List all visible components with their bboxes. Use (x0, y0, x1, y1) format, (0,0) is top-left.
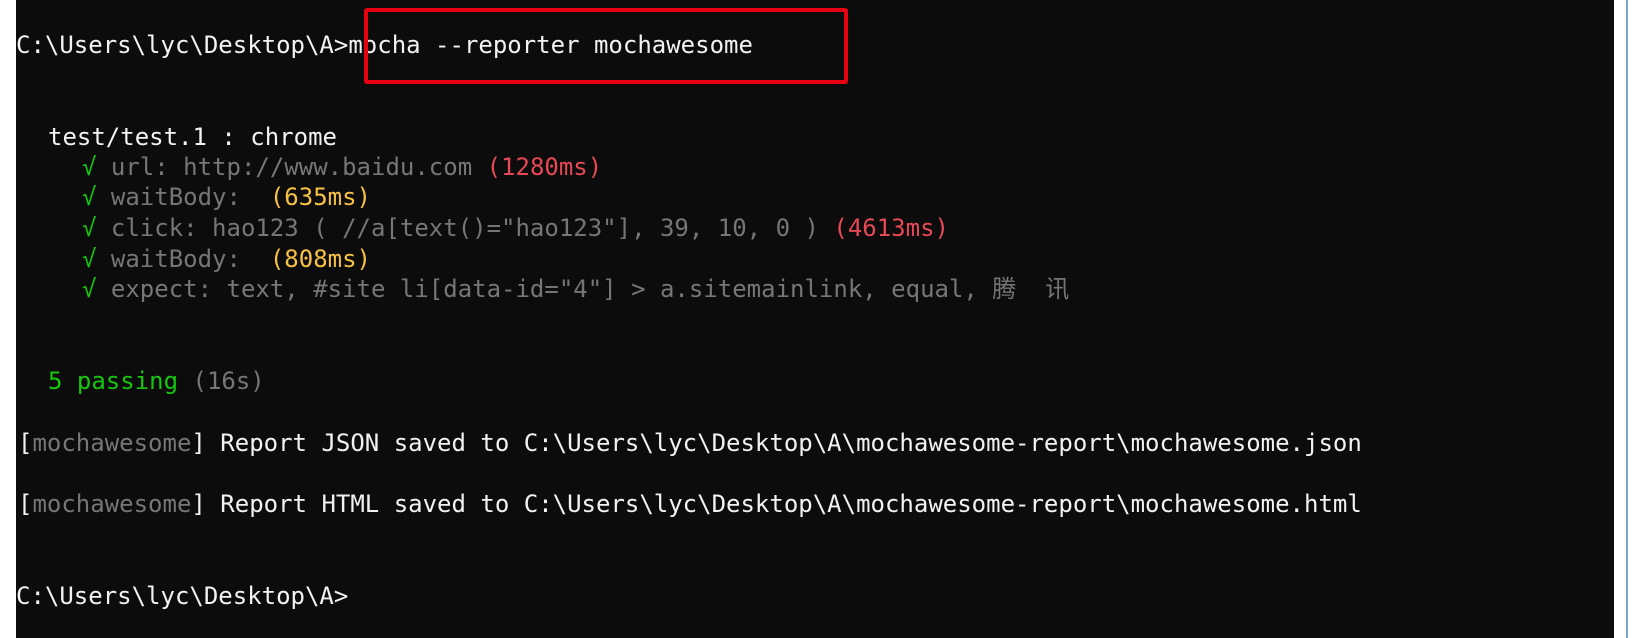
test-label: url: http://www.baidu.com (110, 153, 473, 181)
report-line-json: [mochawesome] Report JSON saved to C:\Us… (18, 429, 1362, 457)
report-message: Report JSON saved to C:\Users\lyc\Deskto… (205, 429, 1362, 457)
test-duration: (1280ms) (486, 153, 603, 181)
test-row: √ waitBody: (635ms) (82, 182, 371, 212)
prompt-path: C:\Users\lyc\Desktop\A (16, 31, 334, 59)
test-label: waitBody: (110, 245, 241, 273)
test-label: expect: text, #site li[data-id="4"] > a.… (110, 275, 1070, 303)
window-left-border (0, 0, 16, 638)
check-icon: √ (82, 275, 97, 303)
reporter-tag: mochawesome (32, 429, 192, 457)
check-icon: √ (82, 214, 97, 242)
test-row: √ click: hao123 ( //a[text()="hao123"], … (82, 213, 949, 243)
report-line-html: [mochawesome] Report HTML saved to C:\Us… (18, 490, 1362, 518)
scrollbar-track-line (1626, 0, 1628, 638)
report-message: Report HTML saved to C:\Users\lyc\Deskto… (205, 490, 1362, 518)
total-duration: (16s) (192, 367, 265, 395)
test-duration: (4613ms) (833, 214, 949, 242)
check-icon: √ (82, 183, 97, 211)
test-row: √ waitBody: (808ms) (82, 244, 371, 274)
passing-summary: 5 passing (16s) (48, 366, 265, 396)
annotation-highlight-box (364, 8, 848, 84)
scrollbar[interactable] (1614, 0, 1636, 638)
test-row: √ expect: text, #site li[data-id="4"] > … (82, 274, 1069, 304)
bottom-prompt[interactable]: C:\Users\lyc\Desktop\A> (16, 581, 348, 611)
check-icon: √ (82, 153, 97, 181)
check-icon: √ (82, 245, 97, 273)
prompt-symbol: > (333, 31, 349, 59)
test-label: waitBody: (110, 183, 241, 211)
reporter-tag: mochawesome (32, 490, 192, 518)
suite-title: test/test.1 : chrome (48, 123, 337, 151)
test-row: √ url: http://www.baidu.com (1280ms) (82, 152, 602, 182)
test-duration: (635ms) (269, 183, 372, 211)
terminal-window[interactable]: C:\Users\lyc\Desktop\A>mocha --reporter … (0, 0, 1636, 638)
passing-count: 5 passing (48, 367, 179, 395)
test-duration: (808ms) (269, 245, 372, 273)
test-label: click: hao123 ( //a[text()="hao123"], 39… (110, 214, 819, 242)
